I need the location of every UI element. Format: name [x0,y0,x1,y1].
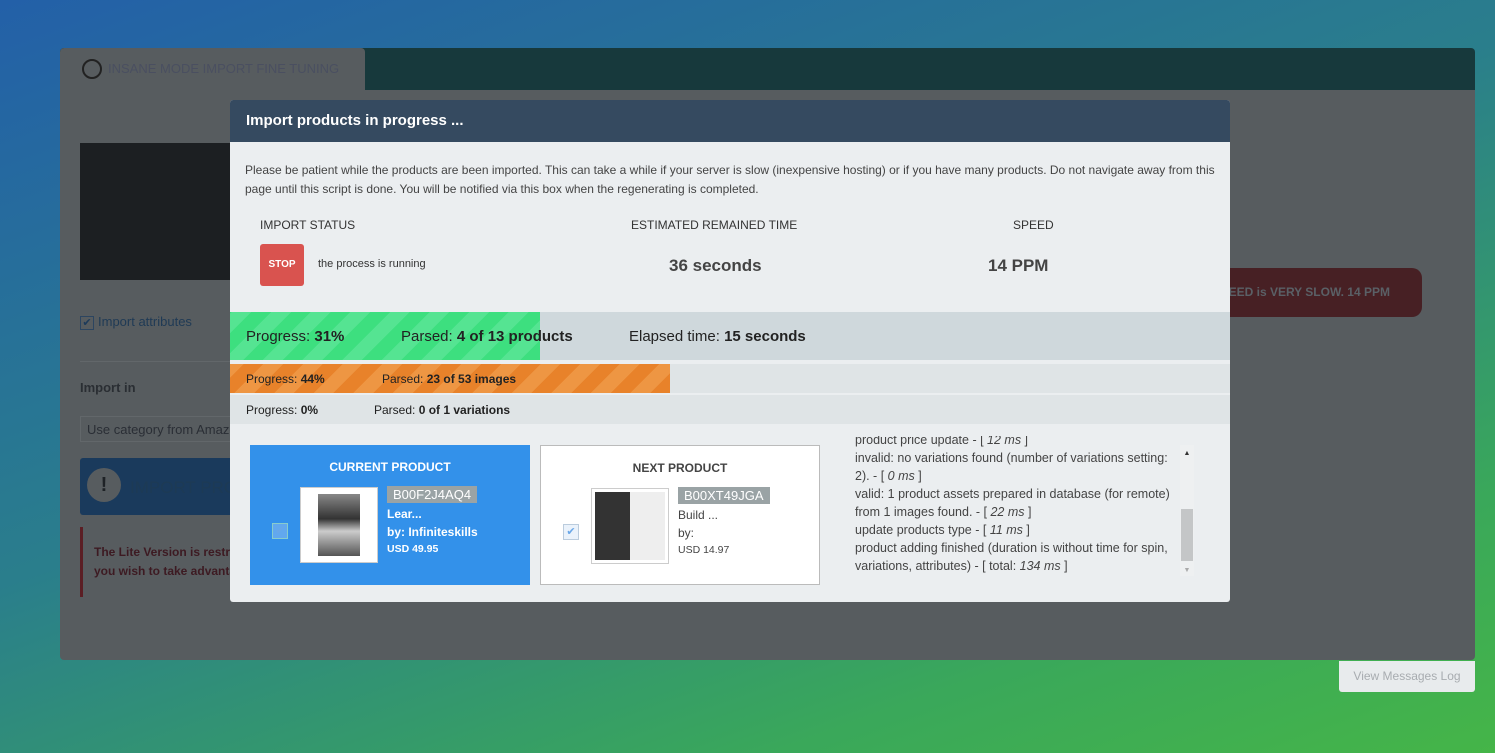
log-text: update products type - [ [855,523,990,537]
import-progress-modal: Import products in progress ... Please b… [230,100,1230,602]
log-entry: product price update - [ 12 ms ] [855,436,1180,449]
log-entry: invalid: no variations found (number of … [855,449,1180,485]
speed-value: 14 PPM [988,256,1049,275]
modal-title: Import products in progress ... [230,100,1230,142]
elapsed-label: Elapsed time: [629,327,720,345]
images-parsed-text: Parsed: 23 of 53 images [382,364,516,393]
smiley-icon [82,59,102,79]
product-asin: B00F2J4AQ4 [387,486,478,503]
log-entry: update products type - [ 11 ms ] [855,521,1180,539]
category-select[interactable]: Use category from Amazon [80,416,240,442]
tab-insane-mode[interactable]: INSANE MODE IMPORT FINE TUNING [60,48,365,90]
view-messages-log-button[interactable]: View Messages Log [1339,661,1475,692]
preview-box [80,143,240,280]
log-scrollbar[interactable]: ▲ ▼ [1180,445,1194,576]
parsed-label: Parsed: [401,327,453,345]
speed-header: SPEED [1013,218,1054,232]
log-duration: 22 ms [990,505,1025,519]
modal-intro: Please be patient while the products are… [245,163,1215,196]
variations-progress-text: Progress: 0% [246,395,318,424]
import-in-label: Import in [80,380,136,395]
import-attributes-checkbox[interactable]: ✔ Import attributes [80,314,192,330]
progress-value: 0% [300,402,319,417]
log-bracket: ] [1022,523,1030,537]
remaining-time-value: 36 seconds [669,256,762,275]
import-status-header: IMPORT STATUS [260,218,356,232]
scrollbar-thumb[interactable] [1181,509,1193,561]
log-duration: 11 ms [989,523,1023,537]
parsed-value: 0 of 1 variations [418,402,511,417]
elapsed-time-text: Elapsed time: 15 seconds [629,312,806,360]
product-title: Lear... [387,507,422,521]
lite-notice-line: you wish to take advantage... [94,564,240,578]
current-product-card: CURRENT PRODUCT ✔ B00F2J4AQ4 Lear... by:… [250,445,530,585]
product-price: USD 14.97 [678,544,730,556]
parsed-value: 4 of 13 products [456,327,573,345]
products-progress-bar: Progress: 31% Parsed: 4 of 13 products E… [230,312,1230,360]
log-entry: valid: 1 product assets prepared in data… [855,485,1180,521]
product-asin: B00XT49JGA [678,487,770,504]
log-duration: 12 ms [987,436,1022,447]
log-text: product adding finished (duration is wit… [855,541,1168,573]
product-title: Build ... [678,508,719,522]
log-bracket: ] [1060,559,1068,573]
parsed-value: 23 of 53 images [426,371,517,386]
panel-header: INSANE MODE IMPORT FINE TUNING [60,48,1475,90]
import-attributes-label: Import attributes [98,314,192,329]
exclamation-icon: ! [87,468,121,502]
log-duration: 0 ms [887,469,915,483]
product-author: by: Infiniteskills [387,525,478,539]
images-progress-bar: Progress: 44% Parsed: 23 of 53 images [230,364,1230,393]
card-heading: NEXT PRODUCT [632,461,728,475]
elapsed-value: 15 seconds [724,327,806,345]
progress-value: 31% [314,327,345,345]
parsed-label: Parsed: [382,371,424,386]
current-product-checkbox[interactable]: ✔ [272,523,288,539]
messages-log: product price update - [ 12 ms ] invalid:… [855,436,1180,576]
scroll-down-icon[interactable]: ▼ [1180,567,1194,574]
product-thumbnail [591,488,669,564]
progress-label: Progress: [246,371,298,386]
images-progress-text: Progress: 44% [246,364,325,393]
log-text: product price update - [ [855,436,988,447]
product-thumbnail [300,487,378,563]
products-progress-text: Progress: 31% [246,312,344,360]
progress-value: 44% [300,371,325,386]
progress-label: Progress: [246,402,298,417]
next-product-checkbox[interactable]: ✔ [563,524,579,540]
log-duration: 134 ms [1019,559,1061,573]
stop-button[interactable]: STOP [260,244,304,286]
lite-notice-line: The Lite Version is restricted... [94,545,240,559]
checkbox-icon: ✔ [80,316,94,330]
log-bracket: ] [1021,436,1029,447]
parsed-label: Parsed: [374,402,416,417]
product-price: USD 49.95 [387,543,439,555]
lite-version-notice: The Lite Version is restricted... you wis… [80,527,240,597]
import-button-label: IMPORT PRODUCTS [130,478,240,497]
variations-parsed-text: Parsed: 0 of 1 variations [374,395,510,424]
tab-label: INSANE MODE IMPORT FINE TUNING [108,61,340,76]
product-author: by: [678,526,695,540]
process-status-text: the process is running [318,258,426,270]
variations-progress-bar: Progress: 0% Parsed: 0 of 1 variations [230,395,1230,424]
products-parsed-text: Parsed: 4 of 13 products [401,312,573,360]
log-bracket: ] [1024,505,1032,519]
progress-label: Progress: [246,327,311,345]
remaining-time-header: ESTIMATED REMAINED TIME [631,218,798,232]
log-entry: product adding finished (duration is wit… [855,539,1180,575]
card-heading: CURRENT PRODUCT [329,460,451,474]
next-product-card: NEXT PRODUCT ✔ B00XT49JGA Build ... by: … [540,445,820,585]
import-products-button[interactable]: ! IMPORT PRODUCTS [80,458,240,515]
scroll-up-icon[interactable]: ▲ [1180,450,1194,457]
log-bracket: ] [914,469,922,483]
divider [80,361,240,362]
